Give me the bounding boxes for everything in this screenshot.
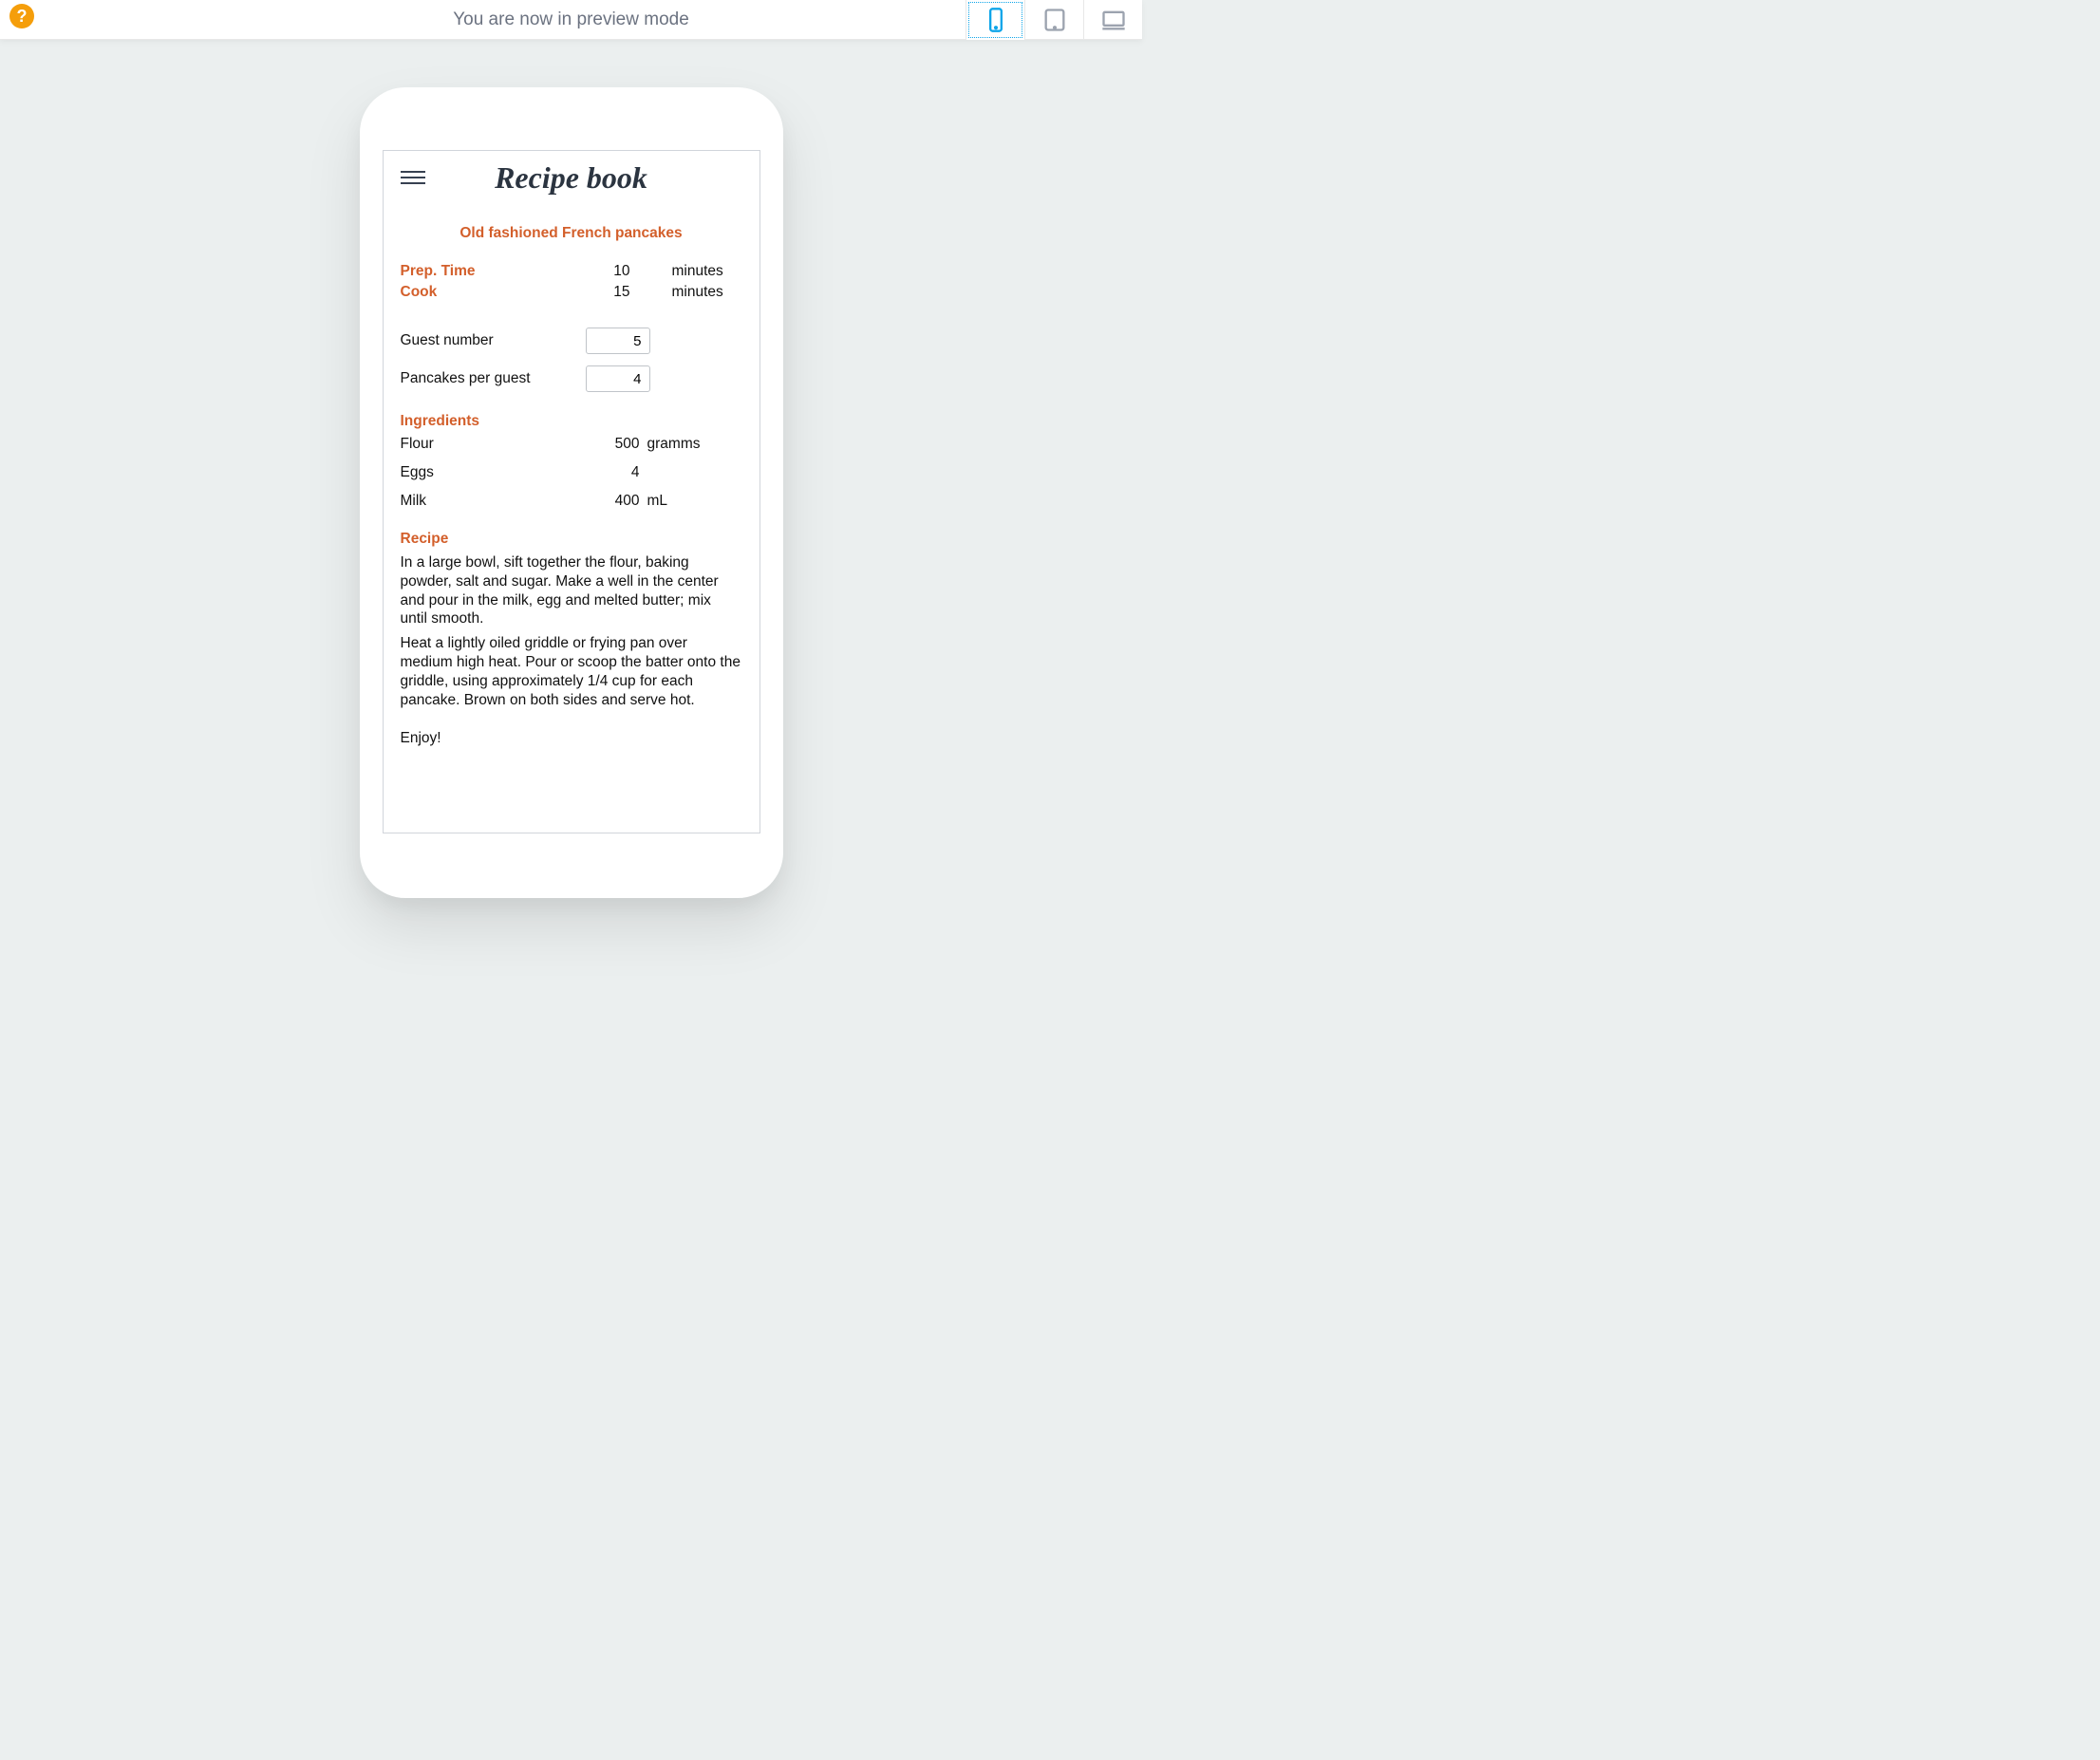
preview-mode-label: You are now in preview mode <box>453 9 689 30</box>
ingredient-name: Eggs <box>401 464 591 481</box>
app-header: Recipe book <box>401 151 742 195</box>
device-phone-button[interactable] <box>966 0 1024 40</box>
preview-stage: Recipe book Old fashioned French pancake… <box>0 40 1142 898</box>
inputs-section: Guest number Pancakes per guest <box>401 328 742 392</box>
app-viewport: Recipe book Old fashioned French pancake… <box>383 150 760 833</box>
recipe-title: Old fashioned French pancakes <box>401 225 742 242</box>
help-icon-label: ? <box>17 7 28 27</box>
ingredient-qty: 400 <box>591 493 647 510</box>
prep-time-value: 10 <box>581 263 638 280</box>
ingredient-unit: mL <box>647 493 742 510</box>
pancakes-per-guest-row: Pancakes per guest <box>401 365 742 392</box>
ingredient-unit <box>647 464 742 481</box>
guest-number-label: Guest number <box>401 332 586 349</box>
recipe-step: In a large bowl, sift together the flour… <box>401 553 742 628</box>
cook-time-label: Cook <box>401 284 581 301</box>
ingredient-row: Eggs 4 <box>401 464 742 481</box>
ingredients-heading: Ingredients <box>401 413 742 430</box>
recipe-heading: Recipe <box>401 531 742 548</box>
app-title: Recipe book <box>495 160 647 196</box>
recipe-steps: In a large bowl, sift together the flour… <box>401 553 742 747</box>
cook-time-row: Cook 15 minutes <box>401 284 742 301</box>
device-desktop-button[interactable] <box>1083 0 1142 40</box>
ingredient-unit: gramms <box>647 436 742 453</box>
ingredient-row: Flour 500 gramms <box>401 436 742 453</box>
recipe-step: Heat a lightly oiled griddle or frying p… <box>401 634 742 709</box>
guest-number-input[interactable] <box>586 328 650 354</box>
menu-icon[interactable] <box>401 167 425 188</box>
device-tablet-button[interactable] <box>1024 0 1083 40</box>
preview-topbar: ? You are now in preview mode <box>0 0 1142 40</box>
ingredient-name: Flour <box>401 436 591 453</box>
cook-time-unit: minutes <box>638 284 742 301</box>
prep-time-row: Prep. Time 10 minutes <box>401 263 742 280</box>
ingredient-qty: 500 <box>591 436 647 453</box>
desktop-icon <box>1100 7 1127 33</box>
recipe-content: Prep. Time 10 minutes Cook 15 minutes Gu… <box>401 263 742 747</box>
ingredient-qty: 4 <box>591 464 647 481</box>
prep-time-label: Prep. Time <box>401 263 581 280</box>
tablet-icon <box>1041 7 1068 33</box>
recipe-enjoy: Enjoy! <box>401 729 742 748</box>
ingredient-name: Milk <box>401 493 591 510</box>
phone-frame: Recipe book Old fashioned French pancake… <box>360 87 783 898</box>
pancakes-per-guest-input[interactable] <box>586 365 650 392</box>
ingredient-row: Milk 400 mL <box>401 493 742 510</box>
guest-number-row: Guest number <box>401 328 742 354</box>
device-selector <box>966 0 1142 40</box>
help-icon[interactable]: ? <box>9 4 34 28</box>
prep-time-unit: minutes <box>638 263 742 280</box>
pancakes-per-guest-label: Pancakes per guest <box>401 370 586 387</box>
cook-time-value: 15 <box>581 284 638 301</box>
